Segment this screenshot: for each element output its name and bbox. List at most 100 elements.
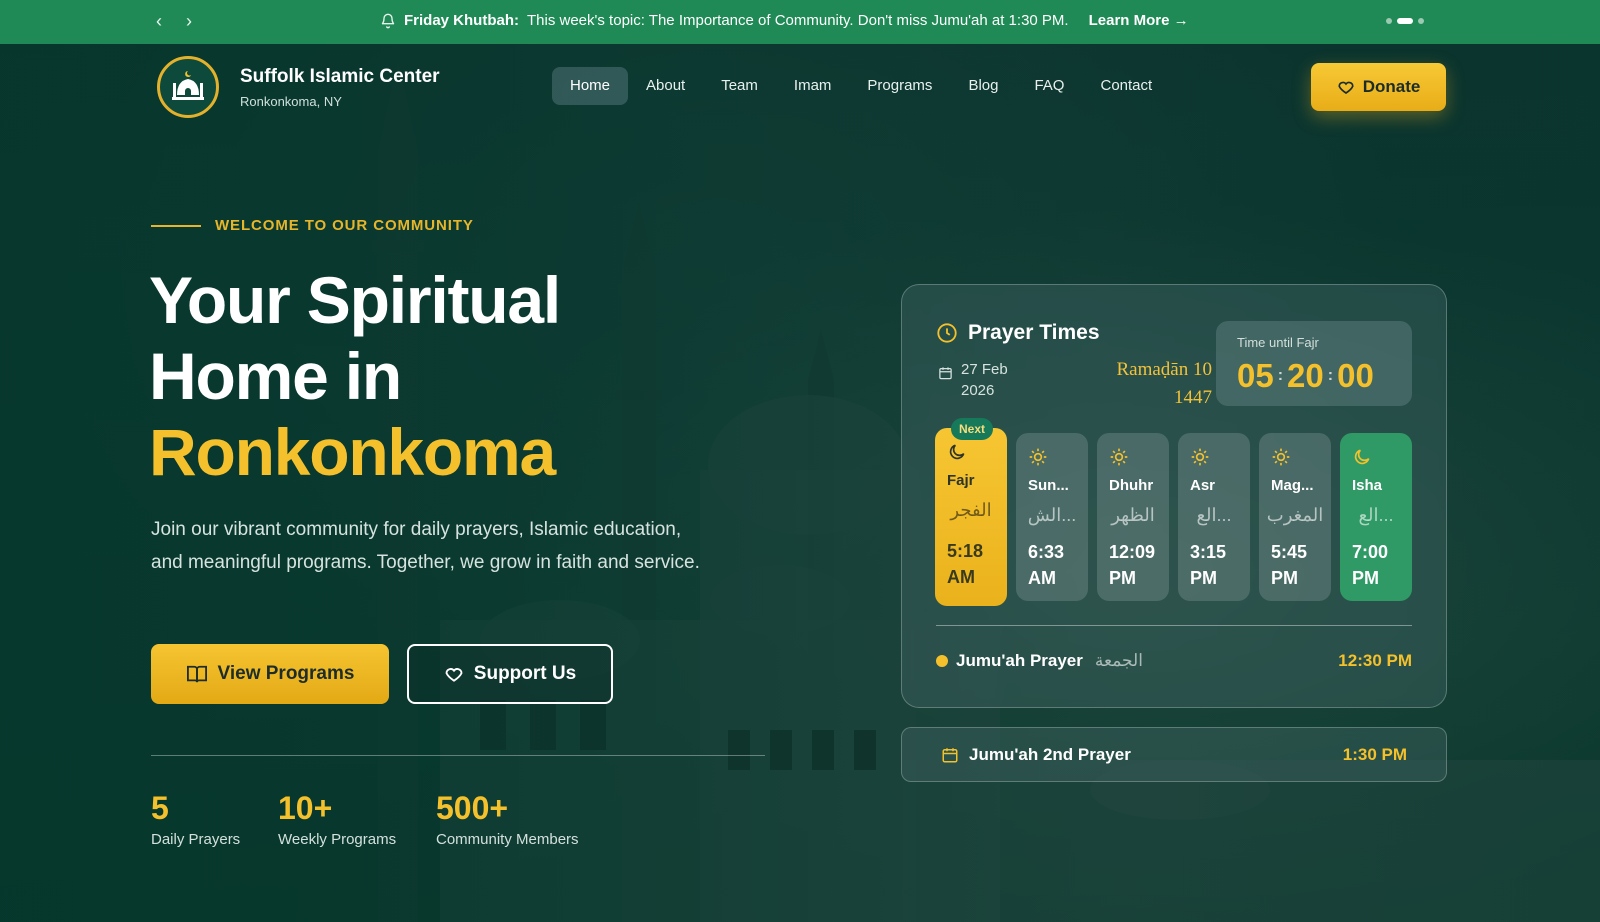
date-line2: 2026	[961, 382, 995, 399]
clock-icon	[937, 323, 957, 343]
countdown-separator: :	[1327, 367, 1334, 384]
stat-value: 500+	[436, 790, 509, 826]
nav-programs[interactable]: Programs	[849, 67, 950, 105]
donate-label: Donate	[1362, 77, 1421, 96]
prayer-tile-sunrise[interactable]: Sun... الش... 6:33 AM	[1016, 433, 1088, 601]
nav-imam[interactable]: Imam	[776, 67, 850, 105]
announcement-text: This week's topic: The Importance of Com…	[527, 12, 1069, 29]
announcement-message: Friday Khutbah: This week's topic: The I…	[380, 12, 1189, 29]
prayer-tile-maghrib[interactable]: Mag... المغرب 5:45 PM	[1259, 433, 1331, 601]
nav-about[interactable]: About	[628, 67, 703, 105]
pager-dot[interactable]	[1386, 18, 1392, 24]
prayer-name: Isha	[1352, 477, 1383, 494]
prayer-time-value: 12:09	[1109, 542, 1156, 562]
prayer-name: Mag...	[1271, 477, 1314, 494]
date-line1: 27 Feb	[961, 361, 1008, 378]
gregorian-date: 27 Feb 2026	[938, 359, 1008, 401]
prayer-name: Sun...	[1028, 477, 1069, 494]
heart-icon	[1338, 81, 1354, 94]
jumuah-time: 12:30 PM	[1338, 651, 1412, 670]
chevron-right-icon[interactable]: ›	[186, 11, 198, 31]
prayer-time-period: PM	[1352, 568, 1379, 588]
hijri-line1: Ramaḍān 10	[1116, 359, 1212, 380]
stat-label: Daily Prayers	[151, 831, 241, 848]
learn-more-link[interactable]: Learn More →	[1089, 12, 1189, 29]
prayer-time-value: 5:18	[947, 541, 984, 561]
brand-location: Ronkonkoma, NY	[240, 94, 342, 109]
view-programs-label: View Programs	[217, 663, 355, 684]
nav-team[interactable]: Team	[703, 67, 776, 105]
jumuah-arabic: الجمعة	[1094, 651, 1143, 670]
announcement-label: Friday Khutbah:	[404, 12, 519, 29]
jumuah-name: Jumu'ah Prayer	[956, 651, 1083, 670]
prayer-arabic: الفجر	[950, 500, 992, 520]
prayer-tile-fajr[interactable]: Next Fajr الفجر 5:18 AM	[935, 418, 1007, 606]
nav-blog[interactable]: Blog	[950, 67, 1016, 105]
prayer-times-card: Prayer Times 27 Feb 2026 Ramaḍān 10 1447…	[901, 284, 1447, 708]
prayer-times-title: Prayer Times	[936, 321, 1100, 345]
pager-dot[interactable]	[1418, 18, 1424, 24]
eyebrow-line	[151, 224, 201, 227]
prayer-time-period: PM	[1109, 568, 1136, 588]
stat-value: 10+	[278, 790, 333, 826]
moon-icon	[1354, 449, 1370, 465]
main-nav: Home About Team Imam Programs Blog FAQ C…	[552, 67, 1170, 105]
mosque-logo[interactable]	[157, 56, 219, 118]
hero-title-line1: Your Spiritual	[149, 263, 561, 337]
prayer-name: Dhuhr	[1109, 477, 1154, 494]
bell-icon	[381, 13, 395, 28]
heart-icon	[445, 668, 463, 682]
second-jumuah-name: Jumu'ah 2nd Prayer	[969, 744, 1131, 764]
prayer-time-period: AM	[1028, 568, 1056, 588]
prayer-time: 7:00 PM	[1352, 539, 1388, 591]
prayer-tile-asr[interactable]: Asr الع... 3:15 PM	[1178, 433, 1250, 601]
stat-value: 5	[151, 790, 169, 826]
prayer-tile-dhuhr[interactable]: Dhuhr الظهر 12:09 PM	[1097, 433, 1169, 601]
book-icon	[186, 665, 207, 683]
chevron-left-icon[interactable]: ‹	[156, 11, 168, 31]
sun-icon	[1110, 448, 1128, 466]
hero-title-line2: Home in	[149, 339, 402, 413]
support-us-button[interactable]: Support Us	[407, 644, 613, 704]
nav-home[interactable]: Home	[552, 67, 629, 105]
sun-icon	[1191, 448, 1209, 466]
prayer-arabic: الع...	[1358, 505, 1394, 525]
stat-label: Weekly Programs	[278, 831, 397, 848]
hijri-line2: 1447	[1174, 387, 1212, 408]
pager-dot-active[interactable]	[1397, 18, 1413, 24]
second-jumuah-card: Jumu'ah 2nd Prayer 1:30 PM	[901, 727, 1447, 782]
calendar-icon	[942, 747, 958, 762]
prayer-time-value: 7:00	[1352, 542, 1389, 562]
nav-contact[interactable]: Contact	[1082, 67, 1170, 105]
calendar-icon	[939, 367, 952, 380]
countdown-timer: 05 : 20 : 00	[1237, 357, 1374, 395]
prayer-arabic: الظهر	[1111, 505, 1155, 525]
jumuah-prayer-row: Jumu'ah Prayer الجمعة 12:30 PM	[936, 651, 1412, 671]
donate-button[interactable]: Donate	[1311, 63, 1446, 111]
prayer-times-heading: Prayer Times	[968, 321, 1100, 344]
prayer-name: Fajr	[947, 472, 975, 489]
hero-title: Your Spiritual Home in Ronkonkoma	[149, 262, 561, 490]
prayer-arabic: المغرب	[1266, 505, 1324, 525]
brand-name[interactable]: Suffolk Islamic Center	[240, 66, 440, 88]
prayer-time: 3:15 PM	[1190, 539, 1226, 591]
prayer-time-value: 3:15	[1190, 542, 1227, 562]
prayer-tile-isha[interactable]: Isha الع... 7:00 PM	[1340, 433, 1412, 601]
hero-eyebrow: WELCOME TO OUR COMMUNITY	[151, 217, 474, 234]
announcement-pager	[1386, 18, 1424, 24]
eyebrow-text: WELCOME TO OUR COMMUNITY	[215, 217, 474, 234]
prayer-time: 5:45 PM	[1271, 539, 1307, 591]
announcement-arrows: ‹ ›	[156, 11, 198, 31]
prayer-time: 6:33 AM	[1028, 539, 1064, 591]
countdown-seconds: 00	[1337, 357, 1374, 394]
nav-faq[interactable]: FAQ	[1016, 67, 1082, 105]
prayer-time-value: 6:33	[1028, 542, 1065, 562]
sun-icon	[1272, 448, 1290, 466]
prayer-time: 12:09 PM	[1109, 539, 1155, 591]
prayer-time-period: AM	[947, 567, 975, 587]
prayer-arabic: الع...	[1196, 505, 1232, 525]
hero-title-highlight: Ronkonkoma	[149, 415, 556, 489]
stat-weekly-programs: 10+ Weekly Programs	[278, 790, 396, 848]
card-divider	[936, 625, 1412, 626]
view-programs-button[interactable]: View Programs	[151, 644, 389, 704]
